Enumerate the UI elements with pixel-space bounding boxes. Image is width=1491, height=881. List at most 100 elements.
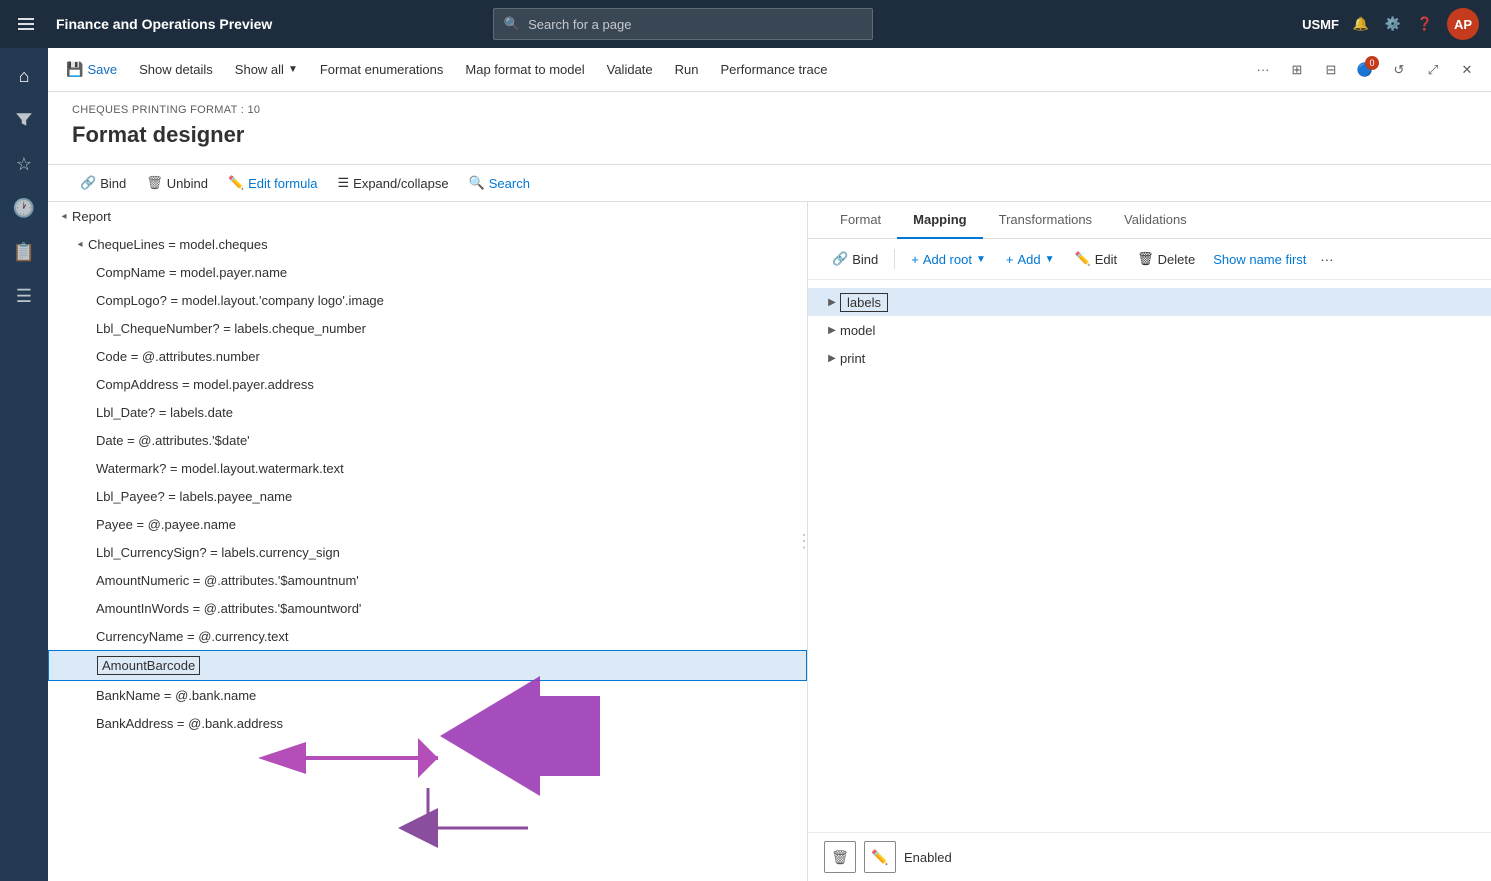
expand-icon: ☰: [338, 175, 350, 191]
search-icon: 🔍: [504, 16, 520, 32]
left-sidebar: ⌂ ☆ 🕐 📋 ☰: [0, 48, 48, 881]
tree-item-bankname[interactable]: BankName = @.bank.name: [48, 681, 807, 709]
page-title: Format designer: [72, 122, 1467, 148]
rtree-item-model[interactable]: ▶ model: [808, 316, 1491, 344]
help-icon[interactable]: ❓: [1415, 14, 1435, 34]
rtree-item-print[interactable]: ▶ print: [808, 344, 1491, 372]
more-options-btn[interactable]: ···: [1320, 252, 1333, 267]
validate-button[interactable]: Validate: [597, 54, 663, 86]
formula-icon: ✏️: [228, 175, 244, 191]
sidebar-item-filter[interactable]: [4, 100, 44, 140]
trash-icon: 🗑: [1137, 251, 1154, 267]
nav-right: USMF 🔔 ⚙️ ❓ AP: [1302, 8, 1479, 40]
toolbar-separator: [894, 249, 895, 269]
unlink-icon: 🗑: [146, 175, 163, 191]
mapping-bind-button[interactable]: 🔗 Bind: [824, 247, 886, 271]
search-icon: 🔍: [469, 175, 485, 191]
format-enumerations-button[interactable]: Format enumerations: [310, 54, 454, 86]
delete-mapping-button[interactable]: 🗑: [824, 841, 856, 873]
tab-format[interactable]: Format: [824, 202, 897, 239]
notification-icon[interactable]: 🔔: [1351, 14, 1371, 34]
sidebar-item-workspaces[interactable]: 📋: [4, 232, 44, 272]
pane-divider[interactable]: ⋮: [801, 202, 807, 881]
rtree-item-labels[interactable]: ▶ labels: [808, 288, 1491, 316]
tab-transformations[interactable]: Transformations: [983, 202, 1108, 239]
tree-item-date[interactable]: Date = @.attributes.'$date': [48, 426, 807, 454]
more-options-icon[interactable]: ···: [1247, 54, 1279, 86]
tree-item-chequelines[interactable]: ◂ ChequeLines = model.cheques: [48, 230, 807, 258]
sidebar-item-recent[interactable]: 🕐: [4, 188, 44, 228]
plus-icon: +: [911, 252, 919, 267]
close-icon[interactable]: ✕: [1451, 54, 1483, 86]
tree-item-report[interactable]: ◂ Report: [48, 202, 807, 230]
sidebar-item-list[interactable]: ☰: [4, 276, 44, 316]
app-title: Finance and Operations Preview: [56, 16, 272, 32]
hamburger-menu[interactable]: [12, 10, 40, 38]
tree-item-currencyname[interactable]: CurrencyName = @.currency.text: [48, 622, 807, 650]
settings-icon[interactable]: ⚙️: [1383, 14, 1403, 34]
edit-button[interactable]: ✏️ Edit: [1067, 247, 1126, 271]
mapping-toolbar: 🔗 Bind + Add root ▼ + Add ▼ ✏️ Edit: [808, 239, 1491, 280]
tree-item-complogo[interactable]: CompLogo? = model.layout.'company logo'.…: [48, 286, 807, 314]
tree-item-amountbarcode[interactable]: AmountBarcode: [48, 650, 807, 681]
tab-mapping[interactable]: Mapping: [897, 202, 982, 239]
sidebar-item-favorites[interactable]: ☆: [4, 144, 44, 184]
tab-validations[interactable]: Validations: [1108, 202, 1203, 239]
refresh-icon[interactable]: ↺: [1383, 54, 1415, 86]
tree-item-lbl-chequenum[interactable]: Lbl_ChequeNumber? = labels.cheque_number: [48, 314, 807, 342]
delete-button[interactable]: 🗑 Delete: [1129, 247, 1203, 271]
mapping-bottom-bar: 🗑 ✏️ Enabled: [808, 832, 1491, 881]
tree-item-amountwords[interactable]: AmountInWords = @.attributes.'$amountwor…: [48, 594, 807, 622]
tree-item-lbl-date[interactable]: Lbl_Date? = labels.date: [48, 398, 807, 426]
toggle-report[interactable]: ◂: [56, 208, 72, 224]
global-search[interactable]: 🔍 Search for a page: [493, 8, 873, 40]
breadcrumb: CHEQUES PRINTING FORMAT : 10: [72, 104, 1467, 116]
split-pane: ◂ Report ◂ ChequeLines = model.cheques C…: [48, 202, 1491, 881]
unbind-button[interactable]: 🗑 Unbind: [138, 171, 216, 195]
save-icon: 💾: [66, 61, 83, 78]
chevron-down-icon: ▼: [976, 254, 986, 265]
rtree-toggle-labels[interactable]: ▶: [824, 294, 840, 310]
tree-item-compaddress[interactable]: CompAddress = model.payer.address: [48, 370, 807, 398]
expand-collapse-button[interactable]: ☰ Expand/collapse: [330, 171, 457, 195]
add-root-button[interactable]: + Add root ▼: [903, 248, 994, 271]
tree-item-bankaddress[interactable]: BankAddress = @.bank.address: [48, 709, 807, 737]
save-button[interactable]: 💾 Save: [56, 54, 127, 86]
tree-item-compname[interactable]: CompName = model.payer.name: [48, 258, 807, 286]
show-name-first-link[interactable]: Show name first: [1207, 248, 1312, 271]
format-tree-pane: ◂ Report ◂ ChequeLines = model.cheques C…: [48, 202, 808, 881]
tree-item-payee[interactable]: Payee = @.payee.name: [48, 510, 807, 538]
mapping-pane: Format Mapping Transformations Validatio…: [808, 202, 1491, 881]
show-details-button[interactable]: Show details: [129, 54, 223, 86]
performance-trace-button[interactable]: Performance trace: [711, 54, 838, 86]
show-all-button[interactable]: Show all ▼: [225, 54, 308, 86]
edit-formula-button[interactable]: ✏️ Edit formula: [220, 171, 326, 195]
top-navbar: Finance and Operations Preview 🔍 Search …: [0, 0, 1491, 48]
tree-item-watermark[interactable]: Watermark? = model.layout.watermark.text: [48, 454, 807, 482]
expand-icon[interactable]: ⤢: [1417, 54, 1449, 86]
tree-item-code[interactable]: Code = @.attributes.number: [48, 342, 807, 370]
columns-icon[interactable]: ⊟: [1315, 54, 1347, 86]
tree-item-lbl-payee[interactable]: Lbl_Payee? = labels.payee_name: [48, 482, 807, 510]
right-tabs: Format Mapping Transformations Validatio…: [808, 202, 1491, 239]
run-button[interactable]: Run: [665, 54, 709, 86]
tree-item-amountnumeric[interactable]: AmountNumeric = @.attributes.'$amountnum…: [48, 566, 807, 594]
tree-item-lbl-currency[interactable]: Lbl_CurrencySign? = labels.currency_sign: [48, 538, 807, 566]
search-button[interactable]: 🔍 Search: [461, 171, 538, 195]
edit-mapping-button[interactable]: ✏️: [864, 841, 896, 873]
add-button[interactable]: + Add ▼: [998, 248, 1063, 271]
bind-button[interactable]: 🔗 Bind: [72, 171, 134, 195]
badge-icon[interactable]: 🔵0: [1349, 54, 1381, 86]
grid-view-icon[interactable]: ⊞: [1281, 54, 1313, 86]
toggle-chequelines[interactable]: ◂: [72, 236, 88, 252]
link-icon: 🔗: [80, 175, 96, 191]
map-format-button[interactable]: Map format to model: [455, 54, 594, 86]
org-label: USMF: [1302, 17, 1339, 32]
rtree-toggle-model[interactable]: ▶: [824, 322, 840, 338]
avatar[interactable]: AP: [1447, 8, 1479, 40]
sidebar-item-home[interactable]: ⌂: [4, 56, 44, 96]
main-content: CHEQUES PRINTING FORMAT : 10 Format desi…: [48, 92, 1491, 881]
command-bar: 💾 Save Show details Show all ▼ Format en…: [48, 48, 1491, 92]
link-icon: 🔗: [832, 251, 848, 267]
rtree-toggle-print[interactable]: ▶: [824, 350, 840, 366]
